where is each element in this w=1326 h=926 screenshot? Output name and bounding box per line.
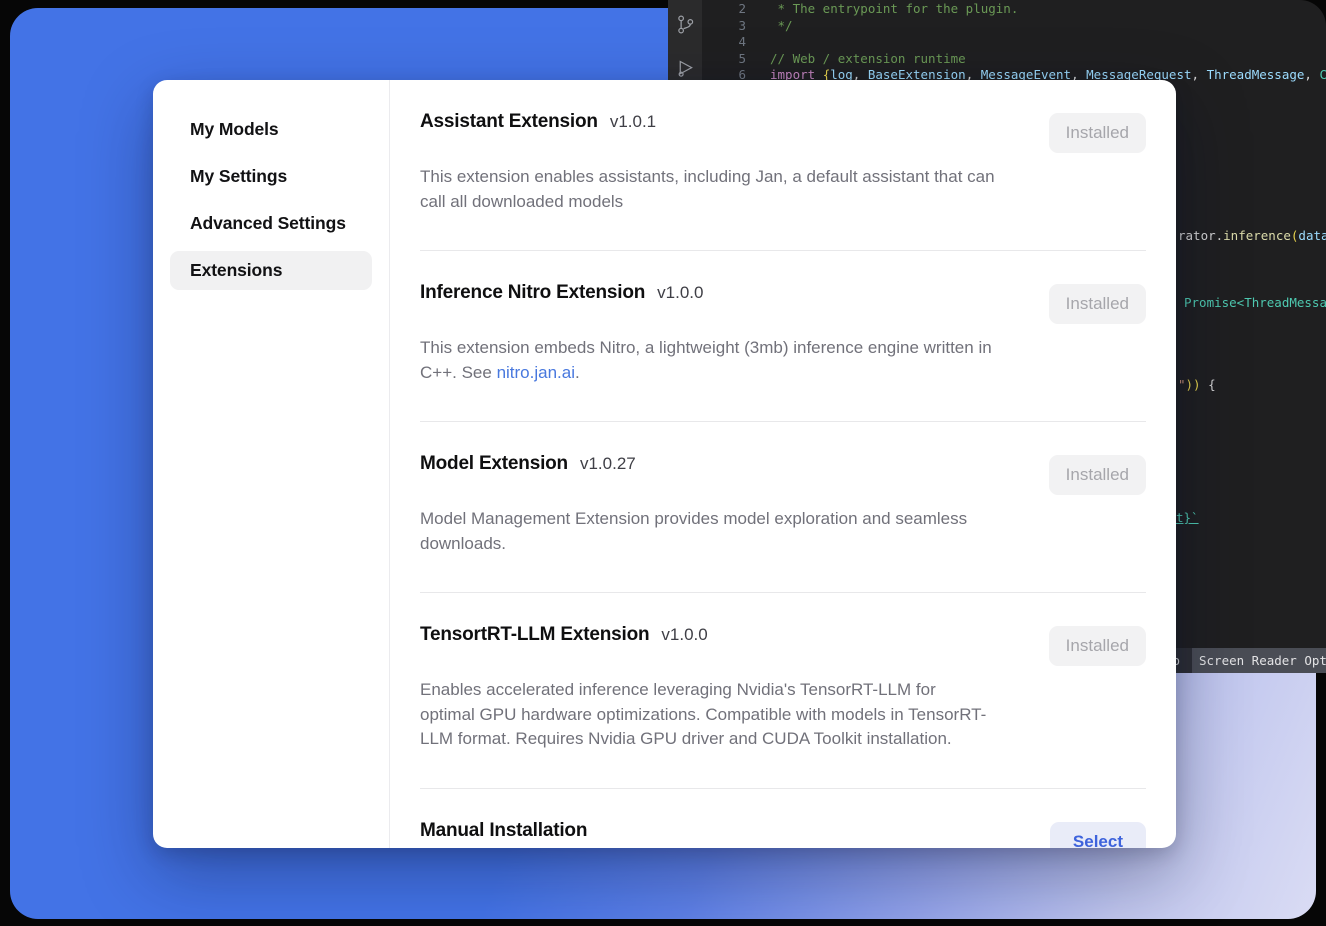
extension-entry: Inference Nitro Extension v1.0.0 Installed… (420, 251, 1146, 422)
extension-description: This extension embeds Nitro, a lightweig… (420, 336, 995, 385)
extension-title-group: TensortRT-LLM Extension v1.0.0 (420, 624, 708, 646)
extension-header: Assistant Extension v1.0.1 Installed (420, 111, 1146, 153)
extension-version: v1.0.0 (657, 283, 703, 303)
code-lines: 2 * The entrypoint for the plugin.3 */45… (702, 1, 1326, 84)
code-token: { (1208, 377, 1216, 392)
sidebar-item-my-models[interactable]: My Models (170, 110, 372, 149)
extension-title-group: Model Extension v1.0.27 (420, 453, 636, 475)
sidebar-item-advanced-settings[interactable]: Advanced Settings (170, 204, 372, 243)
code-line: 2 * The entrypoint for the plugin. (702, 1, 1326, 18)
code-token: )) (1186, 377, 1209, 392)
code-line: 3 */ (702, 18, 1326, 35)
settings-modal: My Models My Settings Advanced Settings Ext… (153, 80, 1176, 848)
line-number: 4 (702, 34, 746, 51)
extension-version: v1.0.0 (661, 625, 707, 645)
extension-description: Model Management Extension provides mode… (420, 507, 995, 556)
code-token: t}` (1176, 510, 1199, 525)
installed-button[interactable]: Installed (1049, 113, 1146, 153)
code-token: data (1298, 228, 1326, 243)
description-text: This extension enables assistants, inclu… (420, 167, 995, 211)
installed-button[interactable]: Installed (1049, 455, 1146, 495)
sidebar-item-extensions[interactable]: Extensions (170, 251, 372, 290)
extension-name: Model Extension (420, 453, 568, 475)
description-text: . (575, 363, 580, 382)
code-token: inference (1223, 228, 1291, 243)
extension-header: Manual Installation Select (420, 820, 1146, 849)
line-number: 3 (702, 18, 746, 35)
code-token: ContentType (1319, 67, 1326, 82)
code-fragment: rator.inference(data)); (1178, 228, 1326, 245)
line-number: 5 (702, 51, 746, 68)
nitro-jan-ai-link[interactable]: nitro.jan.ai (497, 363, 575, 382)
code-token: * The entrypoint for the plugin. (770, 1, 1018, 16)
installed-button[interactable]: Installed (1049, 626, 1146, 666)
code-token: // Web / extension runtime (770, 51, 966, 66)
code-token: */ (770, 18, 793, 33)
extension-header: Inference Nitro Extension v1.0.0 Installed (420, 282, 1146, 324)
code-token: " (1178, 377, 1186, 392)
description-text: Model Management Extension provides mode… (420, 509, 967, 553)
extension-name: Assistant Extension (420, 111, 598, 133)
run-debug-icon[interactable] (675, 58, 696, 82)
extension-header: TensortRT-LLM Extension v1.0.0 Installed (420, 624, 1146, 666)
screen-reader-optimized-chip[interactable]: Screen Reader Optimized (1192, 648, 1326, 673)
source-control-icon[interactable] (675, 14, 696, 38)
code-fragment: ")) { (1178, 377, 1216, 394)
extension-description: This extension enables assistants, inclu… (420, 165, 995, 214)
code-text: */ (770, 18, 793, 35)
extension-entry: Manual InstallationSelectSelect an exten… (420, 789, 1146, 849)
extension-title-group: Manual Installation (420, 820, 587, 842)
extension-version: v1.0.1 (610, 112, 656, 132)
extension-name: Manual Installation (420, 820, 587, 842)
select-file-button[interactable]: Select (1050, 822, 1146, 849)
code-token: rator. (1178, 228, 1223, 243)
extension-name: TensortRT-LLM Extension (420, 624, 649, 646)
extensions-list: Assistant Extension v1.0.1 Installed This e… (390, 80, 1176, 848)
code-text: * The entrypoint for the plugin. (770, 1, 1018, 18)
code-token: Promise<ThreadMessage> (1184, 295, 1326, 310)
code-token: , (1304, 67, 1319, 82)
extension-name: Inference Nitro Extension (420, 282, 645, 304)
extension-title-group: Assistant Extension v1.0.1 (420, 111, 656, 133)
line-number: 2 (702, 1, 746, 18)
code-token: , (1192, 67, 1207, 82)
extension-entry: TensortRT-LLM Extension v1.0.0 Installed En… (420, 593, 1146, 789)
code-token: ThreadMessage (1207, 67, 1305, 82)
settings-sidebar: My Models My Settings Advanced Settings Ext… (153, 80, 390, 848)
extension-entry: Model Extension v1.0.27 Installed Model Man… (420, 422, 1146, 593)
extension-description: Enables accelerated inference leveraging… (420, 678, 995, 752)
code-line: 4 (702, 34, 1326, 51)
code-text: // Web / extension runtime (770, 51, 966, 68)
extension-title-group: Inference Nitro Extension v1.0.0 (420, 282, 703, 304)
sidebar-item-my-settings[interactable]: My Settings (170, 157, 372, 196)
extension-version: v1.0.27 (580, 454, 636, 474)
installed-button[interactable]: Installed (1049, 284, 1146, 324)
code-line: 5 // Web / extension runtime (702, 51, 1326, 68)
extension-entry: Assistant Extension v1.0.1 Installed This e… (420, 80, 1146, 251)
description-text: Enables accelerated inference leveraging… (420, 680, 986, 748)
code-fragment: Promise<ThreadMessage> (1184, 295, 1326, 312)
code-fragment: t}` (1176, 510, 1199, 527)
extension-header: Model Extension v1.0.27 Installed (420, 453, 1146, 495)
